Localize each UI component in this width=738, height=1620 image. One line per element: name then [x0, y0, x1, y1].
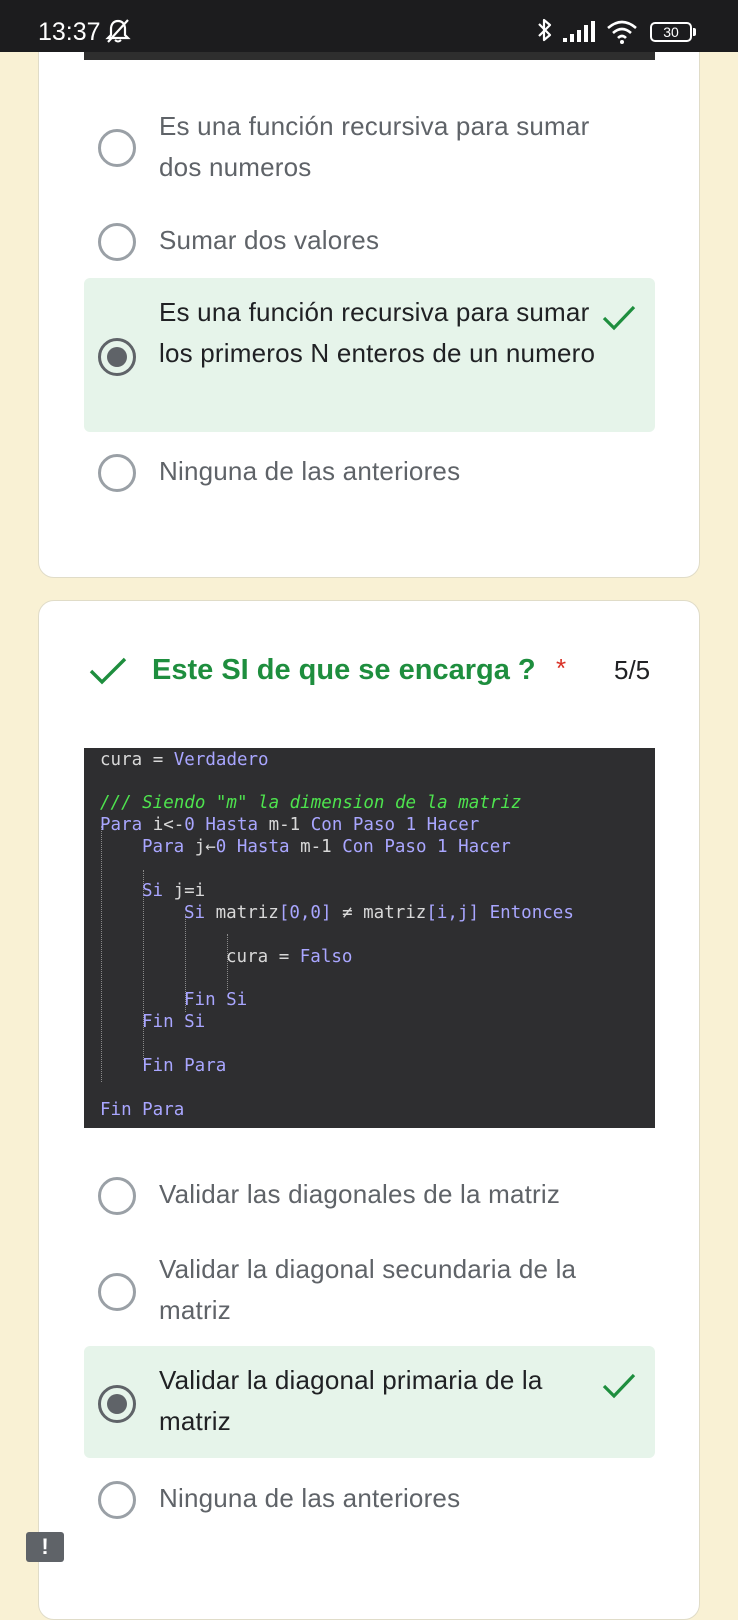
code-token: Verdadero — [173, 750, 269, 770]
radio-button[interactable] — [98, 1481, 136, 1519]
question-correct-check-icon — [88, 655, 128, 692]
option-label: Validar la diagonal secundaria de la mat… — [159, 1254, 577, 1325]
code-token: /// Siendo "m" la dimension de la matriz — [100, 793, 522, 813]
code-token: Falso — [299, 947, 353, 967]
signal-icon — [562, 20, 596, 49]
code-line: Fin Si — [142, 1011, 205, 1033]
option-label: Validar las diagonales de la matriz — [159, 1179, 561, 1209]
option-label: Ninguna de las anteriores — [159, 1483, 461, 1513]
code-token: cura — [226, 947, 279, 967]
code-token: = — [278, 947, 300, 967]
bell-off-icon — [104, 18, 132, 49]
code-line: Fin Para — [142, 1055, 226, 1077]
code-token: Fin Si — [142, 1012, 206, 1032]
option-label: Es una función recursiva para sumar los … — [159, 297, 596, 368]
battery-level: 30 — [663, 24, 679, 40]
code-line: Fin Si — [184, 989, 247, 1011]
code-token: m-1 — [300, 837, 343, 857]
option-prev-4[interactable]: Ninguna de las anteriores — [84, 451, 655, 495]
radio-button[interactable] — [98, 1273, 136, 1311]
code-token: 0 — [215, 837, 237, 857]
option-prev-3-correct[interactable]: Es una función recursiva para sumar los … — [84, 278, 655, 432]
code-line: cura = Verdadero — [100, 749, 269, 771]
radio-button-selected[interactable] — [98, 338, 136, 376]
code-line: /// Siendo "m" la dimension de la matriz — [100, 792, 521, 814]
code-token: cura — [100, 750, 153, 770]
code-image: cura = Verdadero /// Siendo "m" la dimen… — [84, 748, 655, 1128]
bluetooth-icon — [536, 17, 554, 48]
code-token: i<- — [152, 815, 185, 835]
code-token: Hasta — [236, 837, 301, 857]
wifi-icon — [606, 19, 638, 50]
radio-button[interactable] — [98, 454, 136, 492]
option-1[interactable]: Validar las diagonales de la matriz — [84, 1174, 655, 1218]
code-token: Entonces — [479, 903, 574, 923]
battery-tip — [693, 28, 696, 36]
radio-button[interactable] — [98, 1177, 136, 1215]
code-token: Si — [184, 903, 216, 923]
code-token: Fin Si — [184, 990, 248, 1010]
code-line: Si matriz[0,0] ≠ matriz[i,j] Entonces — [184, 902, 574, 924]
code-token: m-1 — [268, 815, 311, 835]
status-time: 13:37 — [38, 18, 101, 46]
option-label: Ninguna de las anteriores — [159, 456, 461, 486]
code-line: Para j←0 Hasta m-1 Con Paso 1 Hacer — [142, 836, 511, 858]
option-2[interactable]: Validar la diagonal secundaria de la mat… — [84, 1249, 655, 1333]
code-line: Si j=i — [142, 880, 205, 902]
option-4[interactable]: Ninguna de las anteriores — [84, 1478, 655, 1522]
code-token: [0,0] — [278, 903, 332, 923]
indent-guide — [101, 826, 102, 1082]
code-token: Para — [100, 815, 153, 835]
radio-button[interactable] — [98, 129, 136, 167]
correct-check-icon — [601, 1372, 637, 1405]
report-feedback-button[interactable]: ! — [26, 1532, 64, 1562]
code-line: Para i<-0 Hasta m-1 Con Paso 1 Hacer — [100, 814, 479, 836]
correct-check-icon — [601, 304, 637, 337]
code-token: Fin Para — [142, 1056, 227, 1076]
code-token: [i,j] — [426, 903, 480, 923]
code-token: Para — [142, 837, 195, 857]
option-prev-2[interactable]: Sumar dos valores — [84, 220, 655, 264]
code-token: j=i — [173, 881, 206, 901]
radio-button-selected[interactable] — [98, 1385, 136, 1423]
code-token: j← — [194, 837, 216, 857]
radio-button[interactable] — [98, 223, 136, 261]
option-prev-1[interactable]: Es una función recursiva para sumar dos … — [84, 106, 655, 190]
question-score: 5/5 — [614, 655, 651, 685]
code-token: ≠ matriz — [331, 903, 427, 923]
question-title: Este SI de que se encarga ? — [152, 654, 536, 686]
code-token: Fin Para — [100, 1100, 185, 1120]
status-bar: 13:37 30 — [0, 0, 738, 52]
required-asterisk: * — [556, 653, 567, 683]
option-3-correct[interactable]: Validar la diagonal primaria de la matri… — [84, 1346, 655, 1458]
code-line: Fin Para — [100, 1099, 184, 1121]
code-token: matriz — [215, 903, 279, 923]
code-line: cura = Falso — [226, 946, 352, 968]
code-token: Si — [142, 881, 174, 901]
question-image-bottom-edge — [84, 52, 655, 60]
code-token: Hasta — [205, 815, 269, 835]
option-label: Validar la diagonal primaria de la matri… — [159, 1365, 543, 1436]
code-token: Con Paso 1 Hacer — [310, 815, 480, 835]
battery-icon: 30 — [650, 22, 692, 42]
code-token: = — [152, 750, 174, 770]
option-label: Es una función recursiva para sumar dos … — [159, 111, 590, 182]
code-token: 0 — [184, 815, 206, 835]
option-label: Sumar dos valores — [159, 225, 380, 255]
code-token: Con Paso 1 Hacer — [342, 837, 511, 857]
